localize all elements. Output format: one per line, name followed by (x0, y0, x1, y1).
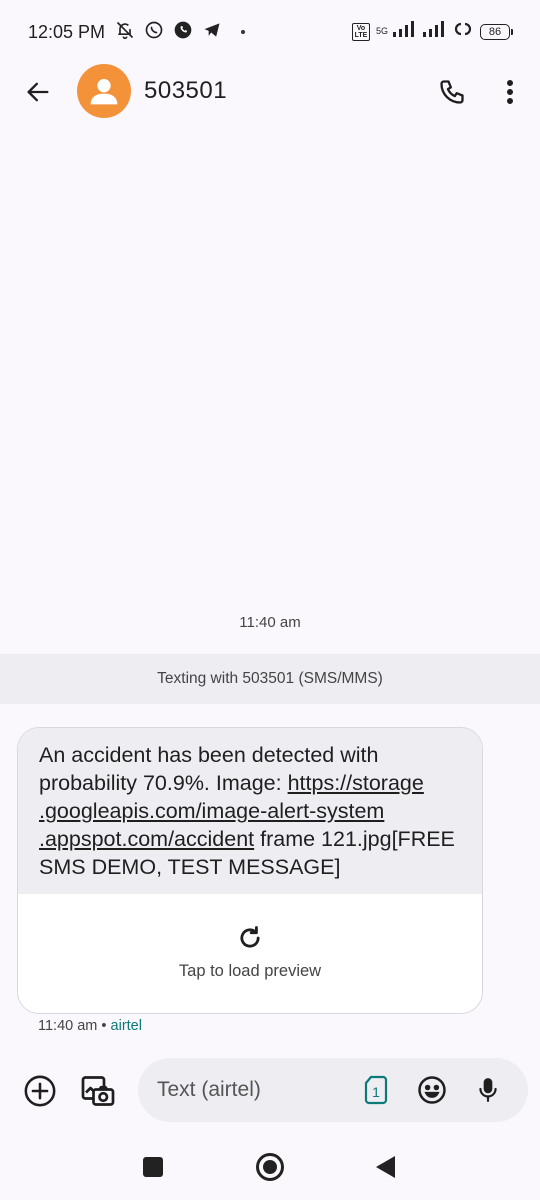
message-composer[interactable]: 1 (138, 1058, 528, 1122)
svg-text:1: 1 (372, 1084, 380, 1100)
emoji-icon (418, 1076, 446, 1104)
conversation-header: 503501 (0, 60, 540, 124)
telegram-icon (202, 20, 222, 45)
message-time: 11:40 am (38, 1018, 98, 1034)
sim-card-icon: 1 (364, 1075, 388, 1105)
phone-circle-icon (173, 20, 193, 45)
status-time: 12:05 PM (28, 21, 106, 42)
mic-icon (479, 1078, 497, 1102)
call-button[interactable] (434, 74, 470, 110)
signal-strength-2-icon (422, 20, 446, 43)
add-attachment-button[interactable] (22, 1073, 58, 1109)
status-bar: 12:05 PM Vo LTE 5G 86 (0, 0, 540, 64)
contact-name[interactable]: 503501 (144, 77, 227, 105)
add-circle-icon (24, 1075, 56, 1107)
bell-off-icon (115, 20, 135, 45)
message-input[interactable] (157, 1074, 347, 1106)
status-dot (241, 30, 246, 34)
message-meta: 11:40 am • airtel (38, 1018, 142, 1034)
message-carrier: airtel (110, 1018, 142, 1034)
arrow-left-icon (27, 82, 49, 102)
load-preview-button[interactable]: Tap to load preview (18, 894, 482, 1013)
voice-input-button[interactable] (472, 1074, 504, 1106)
network-label: 5G (375, 26, 388, 36)
battery-level: 86 (488, 25, 502, 38)
nav-back-button[interactable] (376, 1156, 395, 1178)
more-vert-icon (507, 80, 513, 104)
gallery-button[interactable] (78, 1071, 118, 1111)
meta-separator: • (101, 1018, 107, 1034)
message-text[interactable]: An accident has been detected with proba… (18, 728, 482, 894)
network-5g-icon: 5G (376, 27, 388, 36)
message-bubble[interactable]: An accident has been detected with proba… (17, 727, 483, 1014)
system-status-icons: Vo LTE 5G 86 (351, 20, 513, 43)
refresh-icon (240, 926, 260, 948)
back-button[interactable] (22, 76, 54, 108)
recents-button[interactable] (143, 1157, 163, 1177)
phone-icon (440, 80, 464, 104)
notification-icons (115, 20, 246, 45)
contact-avatar[interactable] (77, 64, 131, 118)
battery-icon: 86 (480, 23, 513, 40)
more-options-button[interactable] (494, 74, 526, 110)
conversation-timestamp: 11:40 am (239, 614, 301, 631)
signal-strength-icon (392, 20, 416, 43)
sim-select-button[interactable]: 1 (362, 1074, 390, 1106)
texting-banner: Texting with 503501 (SMS/MMS) (0, 654, 540, 704)
photo-camera-icon (81, 1076, 115, 1106)
whatsapp-icon (144, 20, 164, 45)
person-icon (90, 79, 118, 105)
emoji-button[interactable] (416, 1074, 448, 1106)
preview-label: Tap to load preview (178, 962, 322, 980)
home-button[interactable] (256, 1153, 284, 1181)
volte-icon: Vo LTE (351, 22, 370, 41)
hotspot-link-icon (452, 20, 474, 43)
